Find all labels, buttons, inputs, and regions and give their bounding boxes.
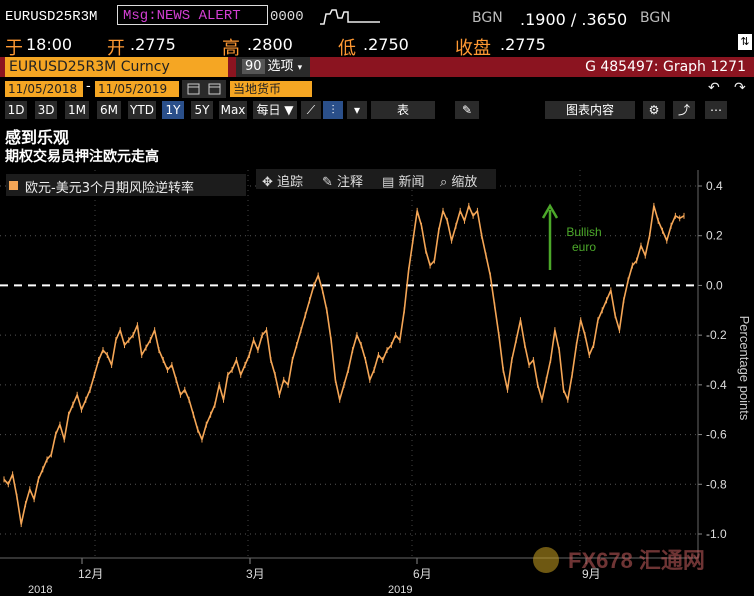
time-value: 18:00 <box>26 35 73 54</box>
source-label-right: BGN <box>640 10 671 26</box>
x-tick-label: 12月 <box>78 567 103 581</box>
track-label: 追踪 <box>277 175 304 190</box>
watermark-logo-icon <box>533 547 559 573</box>
magnifier-icon: ⌕ <box>440 175 448 190</box>
x-tick-label: 3月 <box>246 567 265 581</box>
watermark: FX678 汇通网 <box>528 540 748 584</box>
zoom-label: 缩放 <box>451 175 478 190</box>
sparkline-icon <box>320 9 380 25</box>
frequency-select[interactable]: 每日 ▼ <box>253 101 297 119</box>
news-icon: ▤ <box>382 175 395 190</box>
options-label: 选项 <box>267 59 294 74</box>
period-1y[interactable]: 1Y <box>162 101 184 119</box>
annotation-line2: euro <box>572 240 596 254</box>
x-tick-label: 6月 <box>413 567 432 581</box>
y-tick-label: -0.2 <box>706 328 727 342</box>
crosshair-icon: ✥ <box>262 175 273 190</box>
calendar-button[interactable] <box>182 80 226 98</box>
date-separator: - <box>86 79 91 94</box>
redo-icon[interactable]: ↷ <box>734 80 746 96</box>
period-max[interactable]: Max <box>219 101 247 119</box>
y-tick-label: -0.4 <box>706 378 727 392</box>
currency-select[interactable]: 当地货币 <box>230 81 312 97</box>
open-value: .2775 <box>130 35 176 54</box>
pencil-icon: ✎ <box>322 175 333 190</box>
dropdown-icon: ▾ <box>297 63 303 73</box>
close-value: .2775 <box>500 35 546 54</box>
graph-id: G 485497: Graph 1271 <box>585 59 746 75</box>
zoom-tool[interactable]: ⌕ 缩放 <box>440 171 477 190</box>
collapse-icon[interactable]: ⇅ <box>738 34 752 50</box>
headline: 感到乐观 <box>5 128 70 147</box>
y-axis-title: Percentage points <box>737 316 752 421</box>
end-date-field[interactable]: 11/05/2019 <box>95 81 179 97</box>
legend-swatch <box>9 181 18 190</box>
legend-label: 欧元-美元3个月期风险逆转率 <box>25 181 194 196</box>
period-3d[interactable]: 3D <box>35 101 57 119</box>
start-date-field[interactable]: 11/05/2018 <box>5 81 83 97</box>
options-number: 90 <box>242 59 265 74</box>
y-tick-label: -1.0 <box>706 527 727 541</box>
share-icon[interactable]: ⤴ <box>673 101 695 119</box>
security-field[interactable]: EURUSD25R3M Curncy <box>5 57 228 77</box>
news-label: 新闻 <box>398 175 425 190</box>
y-tick-label: 0.4 <box>706 179 723 193</box>
options-button[interactable]: 90 选项 ▾ <box>236 57 310 77</box>
news-alert-field[interactable]: Msg:NEWS ALERT <box>117 5 268 25</box>
period-1m[interactable]: 1M <box>65 101 89 119</box>
chart: 0.40.20.0-0.2-0.4-0.6-0.8-1.0 12月 3月 6月 9月2… <box>0 170 752 596</box>
ticker-label: EURUSD25R3M <box>5 9 98 25</box>
high-value: .2800 <box>247 35 293 54</box>
chart-content-button[interactable]: 图表内容 <box>545 101 635 119</box>
chart-dropdown-icon[interactable]: ▾ <box>347 101 367 119</box>
track-tool[interactable]: ✥ 追踪 <box>262 171 303 190</box>
y-tick-label: 0.0 <box>706 278 723 292</box>
annotate-label: 注释 <box>337 175 364 190</box>
annotate-tool[interactable]: ✎ 注释 <box>322 171 363 190</box>
bid-ask: .1900 / .3650 <box>520 10 628 29</box>
period-ytd[interactable]: YTD <box>128 101 156 119</box>
source-label-left: BGN <box>472 10 503 26</box>
period-6m[interactable]: 6M <box>97 101 121 119</box>
y-tick-label: -0.8 <box>706 477 727 491</box>
x-axis: 12月 3月 6月 9月2018 2019 <box>28 558 601 596</box>
y-tick-label: 0.2 <box>706 229 723 243</box>
y-axis: 0.4 0.2 0.0 -0.2 -0.4 -0.6 -0.8 -1.0 <box>698 179 727 541</box>
line-chart-icon[interactable]: ⟋ <box>301 101 321 119</box>
undo-icon[interactable]: ↶ <box>708 80 720 96</box>
x-year-label: 2019 <box>388 584 412 596</box>
alert-suffix: 0000 <box>270 9 304 25</box>
period-5y[interactable]: 5Y <box>191 101 213 119</box>
news-tool[interactable]: ▤ 新闻 <box>382 171 424 190</box>
x-year-label: 2018 <box>28 584 52 596</box>
low-value: .2750 <box>363 35 409 54</box>
table-button[interactable]: 表 <box>371 101 435 119</box>
annotation-line1: Bullish <box>566 225 601 239</box>
edit-icon[interactable]: ✎ <box>455 101 479 119</box>
settings-icon[interactable]: ⚙ <box>643 101 665 119</box>
bullish-annotation: Bullish euro <box>541 203 602 270</box>
y-tick-label: -0.6 <box>706 428 727 442</box>
watermark-text: FX678 汇通网 <box>568 548 705 573</box>
bar-chart-icon[interactable]: ⫶ <box>323 101 343 119</box>
more-icon[interactable]: ⋯ <box>705 101 727 119</box>
subheadline: 期权交易员押注欧元走高 <box>5 149 159 165</box>
period-1d[interactable]: 1D <box>5 101 27 119</box>
